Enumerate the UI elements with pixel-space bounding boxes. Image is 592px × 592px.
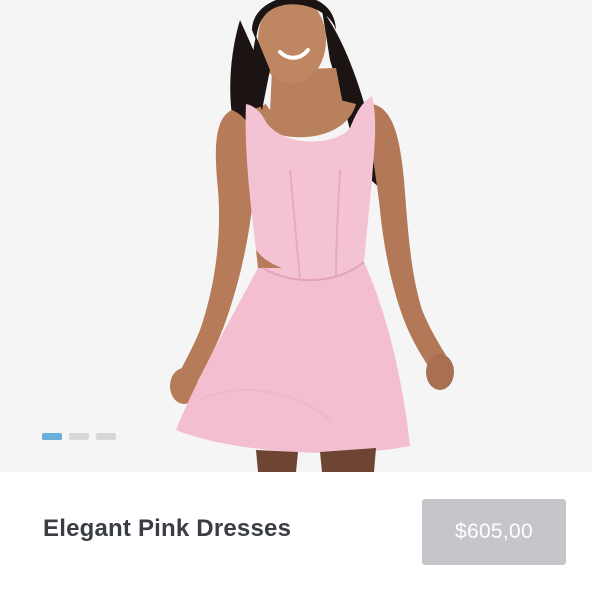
slider-dot-2[interactable] xyxy=(69,433,89,440)
product-photo[interactable] xyxy=(0,0,592,472)
product-image-area[interactable] xyxy=(0,0,592,472)
product-card: Elegant Pink Dresses $605,00 xyxy=(0,0,592,592)
product-title[interactable]: Elegant Pink Dresses xyxy=(43,515,291,543)
image-slider-dots xyxy=(42,433,116,440)
slider-dot-3[interactable] xyxy=(96,433,116,440)
product-info-bar: Elegant Pink Dresses $605,00 xyxy=(0,472,592,592)
slider-dot-1[interactable] xyxy=(42,433,62,440)
price-button[interactable]: $605,00 xyxy=(422,499,566,565)
